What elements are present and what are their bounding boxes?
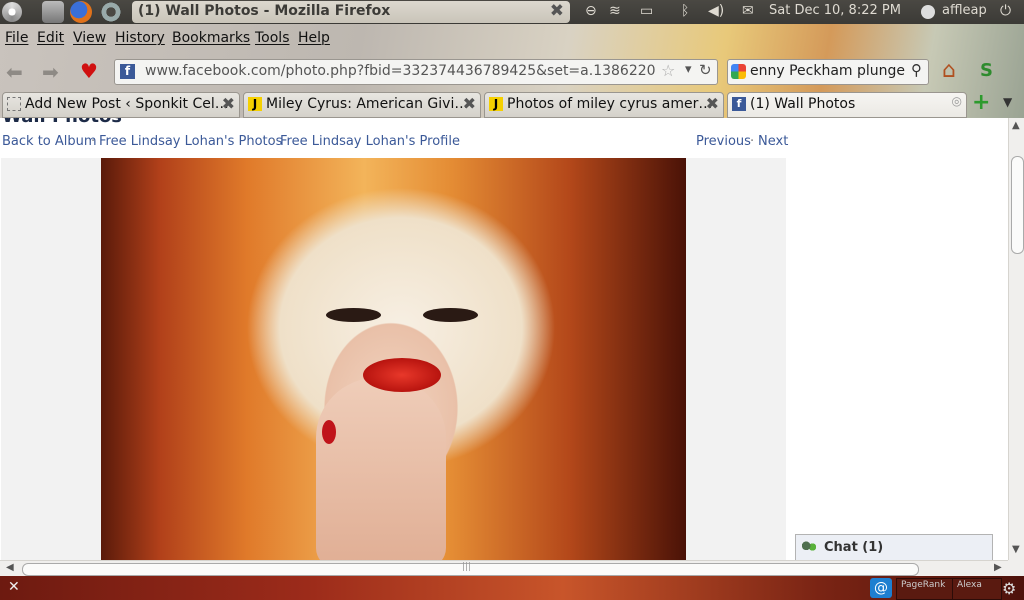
menu-history[interactable]: History (115, 30, 165, 46)
menu-help[interactable]: Help (298, 30, 330, 46)
grip-icon: ||| (462, 562, 472, 572)
blank-page-icon (7, 97, 21, 111)
google-icon[interactable] (731, 64, 746, 79)
tab-photos-miley-cyrus[interactable]: J Photos of miley cyrus amer… ✖ (484, 92, 724, 118)
scroll-corner (1008, 560, 1024, 576)
bluetooth-icon[interactable]: ᛒ (681, 3, 689, 19)
alexa-widget[interactable]: Alexa (952, 578, 1002, 600)
photo-stage (1, 158, 786, 560)
top-panel: (1) Wall Photos - Mozilla Firefox ✖ ⊖ ≋ … (0, 0, 1024, 24)
close-tab-icon[interactable]: ✖ (463, 94, 476, 113)
url-bar[interactable]: f www.facebook.com/photo.php?fbid=332374… (114, 59, 718, 85)
separator: · (91, 134, 96, 149)
tab-label: Miley Cyrus: American Givi… (266, 96, 469, 112)
close-tab-icon[interactable]: ✖ (706, 94, 719, 113)
chat-label: Chat (1) (824, 540, 884, 555)
window-close-icon[interactable]: ✖ (550, 1, 564, 21)
volume-icon[interactable]: ◀) (708, 3, 724, 19)
scroll-down-icon[interactable]: ▼ (1012, 544, 1020, 555)
mail-icon[interactable]: ✉ (742, 3, 754, 19)
scroll-right-icon[interactable]: ▶ (994, 562, 1002, 573)
clock[interactable]: Sat Dec 10, 8:22 PM (769, 3, 901, 18)
previous-link[interactable]: Previous (696, 134, 751, 149)
chevron-down-icon[interactable]: ▾ (685, 62, 692, 77)
j-icon: J (248, 97, 262, 111)
photo[interactable] (101, 158, 686, 560)
separator: · (272, 134, 277, 149)
scroll-left-icon[interactable]: ◀ (6, 562, 14, 573)
menu-tools[interactable]: Tools (255, 30, 290, 46)
close-tab-icon[interactable]: ✖ (222, 94, 235, 113)
battery-icon[interactable]: ▭ (640, 3, 653, 19)
bookmark-star-icon[interactable]: ☆ (661, 61, 675, 80)
minus-circle-icon[interactable]: ⊖ (585, 3, 597, 19)
menu-view[interactable]: View (73, 30, 106, 46)
back-to-album-link[interactable]: Back to Album (2, 134, 97, 149)
scroll-up-icon[interactable]: ▲ (1012, 120, 1020, 131)
page-content: Wall Photos Back to Album · Free Lindsay… (0, 118, 1008, 560)
scroll-thumb[interactable] (1011, 156, 1024, 254)
forward-icon[interactable]: ➡ (42, 60, 59, 84)
photos-link[interactable]: Free Lindsay Lohan's Photos (99, 134, 282, 149)
window-title: (1) Wall Photos - Mozilla Firefox (138, 3, 391, 19)
tab-label: Add New Post ‹ Sponkit Cel… (25, 96, 229, 112)
next-link[interactable]: Next (758, 134, 788, 149)
vertical-scrollbar[interactable]: ▲ ▼ (1008, 118, 1024, 560)
at-sign-icon[interactable]: @ (870, 578, 892, 598)
tab-wall-photos[interactable]: f (1) Wall Photos ◎ (727, 92, 967, 118)
facebook-icon: f (120, 64, 135, 79)
photo-lips (363, 358, 441, 392)
photo-nail (322, 420, 336, 444)
window-title-bar[interactable]: (1) Wall Photos - Mozilla Firefox ✖ (132, 1, 570, 23)
profile-link[interactable]: Free Lindsay Lohan's Profile (280, 134, 460, 149)
search-input[interactable]: enny Peckham plunge (750, 63, 908, 79)
j-icon: J (489, 97, 503, 111)
new-tab-icon[interactable]: + (972, 92, 992, 114)
text-editor-icon[interactable] (42, 1, 64, 23)
back-icon[interactable]: ⬅ (6, 60, 23, 84)
tab-list-icon[interactable]: ▼ (1003, 95, 1012, 109)
tab-label: (1) Wall Photos (750, 96, 856, 112)
ubuntu-menu-icon[interactable] (2, 2, 22, 22)
addon-icon[interactable]: S (980, 60, 993, 81)
horizontal-scrollbar[interactable]: ◀ ||| ▶ (0, 560, 1008, 577)
wifi-icon[interactable]: ≋ (609, 3, 621, 19)
chat-bar[interactable]: Chat (1) (795, 534, 993, 561)
search-icon[interactable]: ⚲ (911, 61, 922, 79)
photo-eye (326, 308, 381, 322)
user-name[interactable]: affleap (942, 3, 987, 18)
photo-hand (316, 378, 446, 560)
close-icon[interactable]: ✕ (8, 579, 20, 595)
photo-eye (423, 308, 478, 322)
reload-icon[interactable]: ↻ (699, 61, 712, 79)
menu-file[interactable]: File (5, 30, 28, 46)
firefox-icon[interactable] (70, 1, 92, 23)
facebook-icon: f (732, 97, 746, 111)
page-title: Wall Photos (2, 118, 122, 127)
heart-icon[interactable]: ♥ (80, 59, 98, 83)
browser-toolbar: File Edit View History Bookmarks Tools H… (0, 24, 1024, 118)
chat-icon (802, 541, 816, 553)
user-status-icon[interactable] (921, 5, 935, 19)
close-tab-icon[interactable]: ◎ (952, 94, 962, 108)
menu-bookmarks[interactable]: Bookmarks (172, 30, 250, 46)
settings-icon[interactable] (100, 1, 122, 23)
menu-edit[interactable]: Edit (37, 30, 64, 46)
url-text[interactable]: www.facebook.com/photo.php?fbid=33237443… (145, 63, 655, 79)
power-icon[interactable]: ⏻ (1000, 3, 1011, 19)
pagerank-widget[interactable]: PageRank (896, 578, 954, 600)
tab-strip: Add New Post ‹ Sponkit Cel… ✖ J Miley Cy… (0, 92, 1024, 118)
home-icon[interactable]: ⌂ (942, 58, 956, 83)
search-bar[interactable]: enny Peckham plunge ⚲ (727, 59, 929, 85)
tab-label: Photos of miley cyrus amer… (507, 96, 713, 112)
separator: · (750, 134, 755, 149)
tab-add-new-post[interactable]: Add New Post ‹ Sponkit Cel… ✖ (2, 92, 240, 118)
addon-bar: ✕ @ PageRank Alexa ⚙ (0, 576, 1024, 600)
tab-miley-cyrus-american[interactable]: J Miley Cyrus: American Givi… ✖ (243, 92, 481, 118)
settings-icon[interactable]: ⚙ (1002, 579, 1016, 598)
